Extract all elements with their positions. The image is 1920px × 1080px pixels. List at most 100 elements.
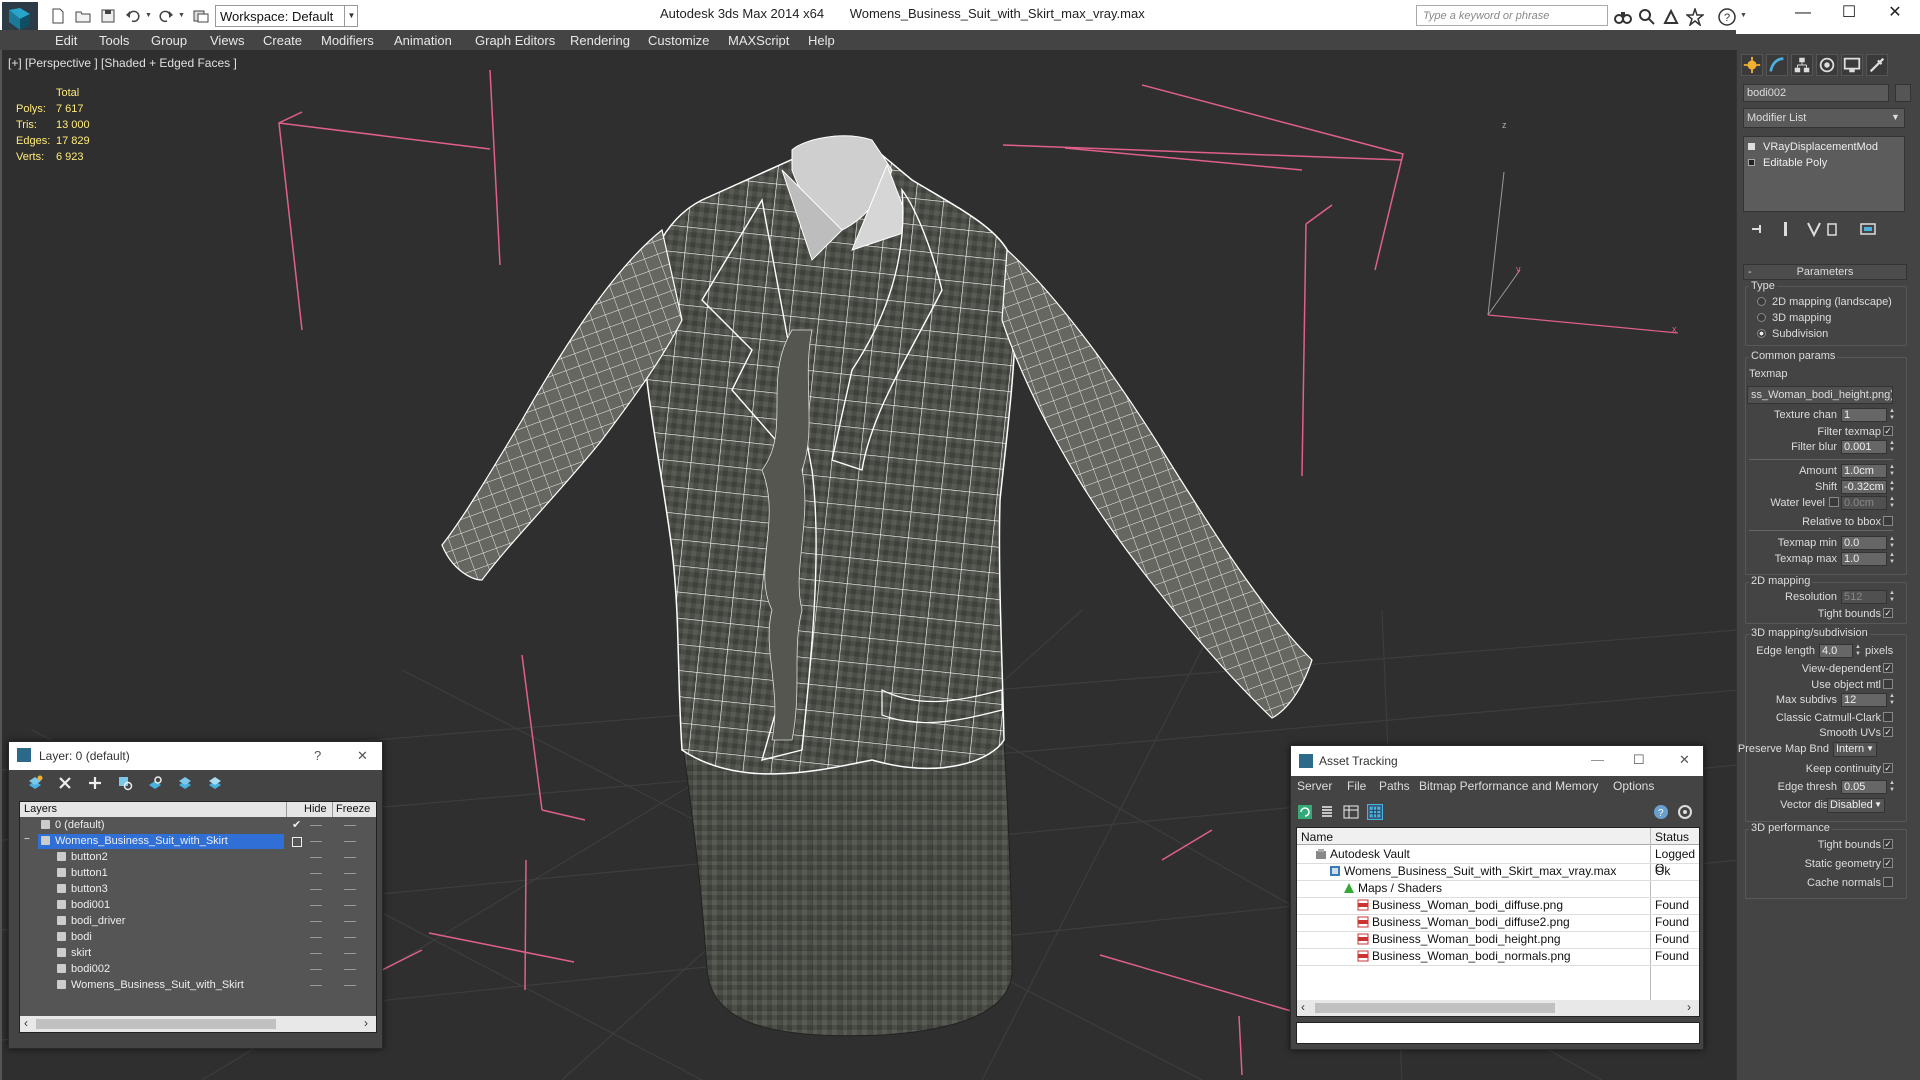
hide-toggle[interactable]	[310, 905, 322, 906]
spinner-icon[interactable]: ▲ ▼	[1889, 480, 1895, 494]
freeze-toggle[interactable]	[344, 857, 356, 858]
delete-layer-icon[interactable]	[57, 775, 73, 791]
cache-normals-checkbox[interactable]	[1883, 877, 1893, 887]
table-row[interactable]: Business_Woman_bodi_normals.png Found	[1297, 948, 1699, 965]
menu-options[interactable]: Options	[1613, 779, 1654, 793]
maximize-button[interactable]: ☐	[1826, 0, 1872, 30]
undo-icon[interactable]	[125, 8, 141, 24]
menu-customize[interactable]: Customize	[648, 33, 709, 48]
stack-item-editable-poly[interactable]: Editable Poly	[1748, 157, 1827, 169]
hide-toggle[interactable]	[310, 985, 322, 986]
texmap-min-input[interactable]: 0.0	[1841, 536, 1887, 550]
chevron-down-icon[interactable]: ▼	[1891, 112, 1900, 122]
project-folder-icon[interactable]	[193, 8, 209, 24]
hide-toggle[interactable]	[310, 937, 322, 938]
menu-help[interactable]: Help	[808, 33, 835, 48]
layer-dialog-titlebar[interactable]: Layer: 0 (default) ? ✕	[9, 742, 382, 770]
list-item[interactable]: skirt	[20, 946, 376, 962]
modifier-list-dropdown[interactable]: Modifier List	[1743, 108, 1905, 128]
remove-modifier-icon[interactable]	[1823, 220, 1841, 238]
menu-views[interactable]: Views	[210, 33, 244, 48]
open-folder-icon[interactable]	[75, 8, 91, 24]
menu-animation[interactable]: Animation	[394, 33, 452, 48]
filter-blur-input[interactable]: 0.001	[1841, 440, 1887, 454]
menu-tools[interactable]: Tools	[99, 33, 129, 48]
hide-toggle[interactable]	[310, 921, 322, 922]
freeze-toggle[interactable]	[344, 905, 356, 906]
tight-bounds-checkbox[interactable]: ✓	[1883, 608, 1893, 618]
freeze-toggle[interactable]	[344, 969, 356, 970]
hide-toggle[interactable]	[310, 953, 322, 954]
parameters-rollout-header[interactable]: - Parameters	[1743, 264, 1907, 280]
list-item[interactable]: button3	[20, 882, 376, 898]
help-icon[interactable]: ?	[1718, 8, 1736, 26]
classic-catmull-clark-checkbox[interactable]	[1883, 712, 1893, 722]
spinner-icon[interactable]: ▲ ▼	[1889, 590, 1895, 604]
column-status[interactable]: Status	[1655, 830, 1689, 844]
freeze-toggle[interactable]	[344, 825, 356, 826]
freeze-toggle[interactable]	[344, 873, 356, 874]
workspace-dropdown[interactable]: Workspace: Default	[215, 5, 358, 27]
make-unique-icon[interactable]	[1805, 220, 1823, 238]
hide-toggle[interactable]	[310, 873, 322, 874]
scrollbar-thumb[interactable]	[1315, 1003, 1555, 1013]
create-tab-icon[interactable]	[1741, 54, 1763, 76]
menu-file[interactable]: File	[1347, 779, 1366, 793]
pin-stack-icon[interactable]	[1749, 220, 1767, 238]
scroll-right-icon[interactable]: ›	[1687, 1000, 1691, 1014]
settings-icon[interactable]	[1677, 804, 1693, 820]
hide-toggle[interactable]	[310, 841, 322, 842]
hide-unhide-all-icon[interactable]	[177, 775, 193, 791]
hide-toggle[interactable]	[310, 825, 322, 826]
refresh-icon[interactable]	[1297, 804, 1313, 820]
object-name-field[interactable]: bodi002	[1743, 84, 1889, 102]
column-separator[interactable]	[332, 802, 333, 817]
undo-dropdown-icon[interactable]: ▼	[145, 12, 152, 19]
hide-toggle[interactable]	[310, 969, 322, 970]
help-icon[interactable]: ?	[1653, 804, 1669, 820]
subscription-icon[interactable]	[1638, 8, 1656, 26]
table-row[interactable]: Business_Woman_bodi_diffuse2.png Found	[1297, 914, 1699, 931]
menu-maxscript[interactable]: MAXScript	[728, 33, 789, 48]
menu-edit[interactable]: Edit	[55, 33, 77, 48]
freeze-toggle[interactable]	[344, 985, 356, 986]
view-dependent-checkbox[interactable]: ✓	[1883, 663, 1893, 673]
display-tab-icon[interactable]	[1841, 54, 1863, 76]
scroll-left-icon[interactable]: ‹	[24, 1016, 28, 1030]
menu-group[interactable]: Group	[151, 33, 187, 48]
radio-3d-mapping[interactable]: 3D mapping	[1757, 312, 1831, 324]
favorites-star-icon[interactable]	[1686, 8, 1704, 26]
menu-server[interactable]: Server	[1297, 779, 1332, 793]
smooth-uvs-checkbox[interactable]: ✓	[1883, 727, 1893, 737]
hide-toggle[interactable]	[310, 857, 322, 858]
radio-button-icon[interactable]	[1757, 297, 1766, 306]
minimize-button[interactable]: —	[1591, 752, 1604, 767]
shift-input[interactable]: -0.32cm	[1841, 480, 1887, 494]
list-item[interactable]: bodi002	[20, 962, 376, 978]
show-end-result-icon[interactable]	[1777, 220, 1795, 238]
list-item[interactable]: Womens_Business_Suit_with_Skirt	[20, 978, 376, 994]
menu-paths[interactable]: Paths	[1379, 779, 1410, 793]
layer-row[interactable]: 0 (default) ✔	[20, 818, 376, 834]
active-layer-check-icon[interactable]: ✔	[292, 818, 301, 831]
redo-icon[interactable]	[158, 8, 174, 24]
table-row[interactable]: Womens_Business_Suit_with_Skirt_max_vray…	[1297, 863, 1699, 880]
configure-modifier-sets-icon[interactable]	[1859, 220, 1877, 238]
list-item[interactable]: bodi	[20, 930, 376, 946]
radio-button-icon[interactable]	[1757, 313, 1766, 322]
close-button[interactable]: ✕	[1679, 752, 1690, 768]
collapse-icon[interactable]: −	[24, 834, 30, 845]
filter-texmap-checkbox[interactable]: ✓	[1883, 426, 1893, 436]
hide-toggle[interactable]	[310, 889, 322, 890]
close-button[interactable]: ✕	[357, 748, 368, 764]
menu-create[interactable]: Create	[263, 33, 302, 48]
highlight-selected-layer-icon[interactable]	[147, 775, 163, 791]
minimize-button[interactable]: —	[1780, 0, 1826, 30]
modify-tab-icon[interactable]	[1766, 54, 1788, 76]
search-input[interactable]: Type a keyword or phrase	[1416, 5, 1608, 26]
radio-button-selected-icon[interactable]	[1757, 329, 1766, 338]
edge-length-input[interactable]: 4.0	[1819, 644, 1853, 658]
motion-tab-icon[interactable]	[1816, 54, 1838, 76]
new-file-icon[interactable]	[50, 8, 66, 24]
amount-input[interactable]: 1.0cm	[1841, 464, 1887, 478]
